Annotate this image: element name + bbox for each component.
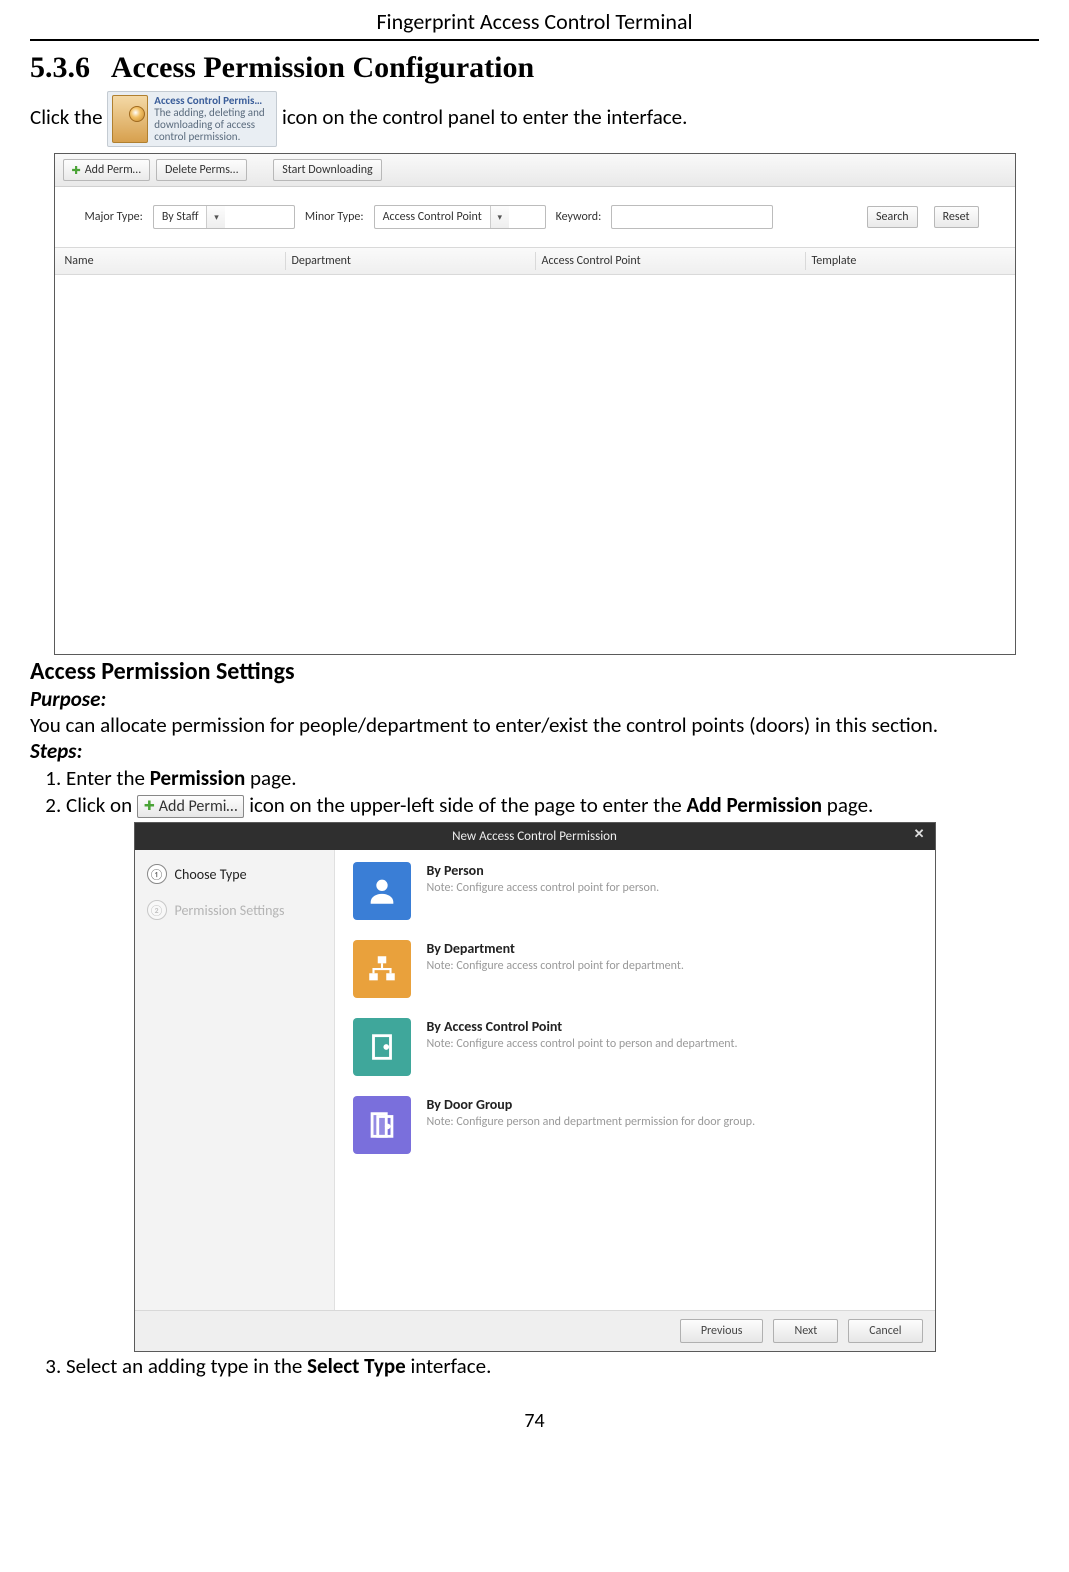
section-heading: 5.3.6 Access Permission Configuration: [30, 51, 1039, 85]
major-type-label: Major Type:: [85, 210, 143, 224]
door-group-icon: [353, 1096, 411, 1154]
step-2-circle-icon: ②: [147, 900, 167, 920]
step-1-label: Choose Type: [175, 866, 247, 883]
dialog-title: New Access Control Permission: [452, 829, 617, 844]
step-1-circle-icon: ①: [147, 864, 167, 884]
next-button[interactable]: Next: [773, 1319, 838, 1343]
col-name: Name: [65, 252, 285, 270]
filter-bar: Major Type: By Staff ▾ Minor Type: Acces…: [55, 187, 1015, 247]
opt-person-note: Note: Configure access control point for…: [427, 881, 660, 895]
access-permission-tile-icon: Access Control Permis… The adding, delet…: [107, 91, 277, 147]
intro-pre: Click the: [30, 104, 107, 130]
door-lock-icon: [112, 95, 148, 143]
page-number: 74: [30, 1409, 1039, 1433]
step-2-label: Permission Settings: [175, 902, 285, 919]
steps-label: Steps:: [30, 738, 1039, 764]
chevron-down-icon[interactable]: ▾: [490, 206, 509, 228]
minor-type-label: Minor Type:: [305, 210, 364, 224]
door-icon: [353, 1018, 411, 1076]
dialog-sidebar: ① Choose Type ② Permission Settings: [135, 850, 335, 1310]
purpose-text: You can allocate permission for people/d…: [30, 712, 1039, 738]
major-type-value: By Staff: [154, 210, 207, 224]
minor-type-combo[interactable]: Access Control Point ▾: [374, 205, 546, 229]
opt-ap-note: Note: Configure access control point to …: [427, 1037, 738, 1051]
intro-line: Click the Access Control Permis… The add…: [30, 91, 1039, 147]
dialog-body: ① Choose Type ② Permission Settings By P…: [135, 850, 935, 1310]
permission-interface-screenshot: Add Perm… Delete Perms… Start Downloadin…: [54, 153, 1016, 655]
keyword-input[interactable]: [611, 205, 773, 229]
cancel-button[interactable]: Cancel: [848, 1319, 922, 1343]
doc-header: Fingerprint Access Control Terminal: [30, 0, 1039, 41]
step-1: Enter the Permission page.: [66, 765, 1039, 791]
previous-button[interactable]: Previous: [680, 1319, 764, 1343]
department-icon: [353, 940, 411, 998]
delete-permission-button[interactable]: Delete Perms…: [156, 159, 247, 181]
purpose-label: Purpose:: [30, 686, 1039, 712]
chevron-down-icon[interactable]: ▾: [206, 206, 225, 228]
keyword-label: Keyword:: [556, 210, 602, 224]
col-template: Template: [805, 252, 1015, 270]
dialog-main: By Person Note: Configure access control…: [335, 850, 935, 1310]
close-icon[interactable]: ✕: [914, 827, 925, 842]
add-permi-inline-button-icon: Add Permi…: [137, 795, 245, 818]
toolbar: Add Perm… Delete Perms… Start Downloadin…: [55, 154, 1015, 187]
opt-group-title: By Door Group: [427, 1096, 756, 1113]
add-permission-button[interactable]: Add Perm…: [63, 159, 150, 181]
step-3: Select an adding type in the Select Type…: [66, 1353, 1039, 1379]
intro-post: icon on the control panel to enter the i…: [282, 104, 687, 130]
start-downloading-button[interactable]: Start Downloading: [273, 159, 381, 181]
major-type-combo[interactable]: By Staff ▾: [153, 205, 295, 229]
opt-dept-title: By Department: [427, 940, 684, 957]
person-icon: [353, 862, 411, 920]
settings-heading: Access Permission Settings: [30, 657, 1039, 686]
opt-ap-title: By Access Control Point: [427, 1018, 738, 1035]
opt-person-title: By Person: [427, 862, 660, 879]
opt-group-note: Note: Configure person and department pe…: [427, 1115, 756, 1129]
option-by-person[interactable]: By Person Note: Configure access control…: [353, 862, 917, 920]
option-by-door-group[interactable]: By Door Group Note: Configure person and…: [353, 1096, 917, 1154]
dialog-title-bar: New Access Control Permission ✕: [135, 823, 935, 850]
table-header: Name Department Access Control Point Tem…: [55, 247, 1015, 275]
add-permission-dialog-screenshot: New Access Control Permission ✕ ① Choose…: [134, 822, 936, 1352]
steps-list-cont: Select an adding type in the Select Type…: [30, 1353, 1039, 1379]
tile-desc: The adding, deleting and downloading of …: [154, 106, 264, 143]
reset-button[interactable]: Reset: [934, 206, 979, 228]
tile-title: Access Control Permis…: [154, 94, 262, 107]
col-access-control-point: Access Control Point: [535, 252, 805, 270]
search-button[interactable]: Search: [867, 206, 918, 228]
step-permission-settings: ② Permission Settings: [147, 900, 322, 920]
section-number: 5.3.6: [30, 51, 90, 84]
minor-type-value: Access Control Point: [375, 210, 490, 224]
tile-text: Access Control Permis… The adding, delet…: [154, 95, 272, 143]
col-department: Department: [285, 252, 535, 270]
section-title: Access Permission Configuration: [111, 51, 534, 84]
step-2: Click on Add Permi… icon on the upper-le…: [66, 792, 1039, 818]
dialog-footer: Previous Next Cancel: [135, 1310, 935, 1351]
step-choose-type[interactable]: ① Choose Type: [147, 864, 322, 884]
steps-list: Enter the Permission page. Click on Add …: [30, 765, 1039, 818]
option-by-department[interactable]: By Department Note: Configure access con…: [353, 940, 917, 998]
option-by-access-point[interactable]: By Access Control Point Note: Configure …: [353, 1018, 917, 1076]
opt-dept-note: Note: Configure access control point for…: [427, 959, 684, 973]
